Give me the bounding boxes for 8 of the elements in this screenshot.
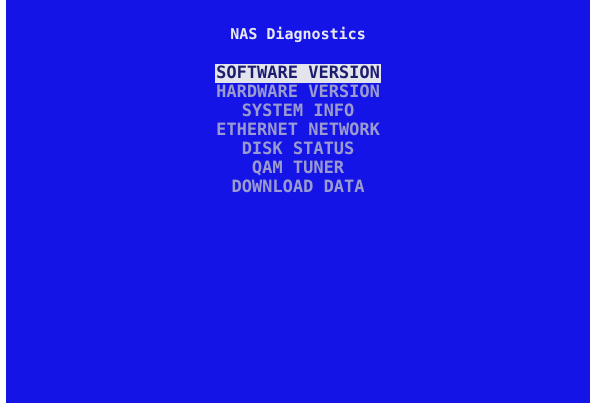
menu-item[interactable]: SOFTWARE VERSION xyxy=(215,64,381,83)
screen-title: NAS Diagnostics xyxy=(230,24,366,44)
menu-item[interactable]: HARDWARE VERSION xyxy=(215,83,381,102)
menu-item[interactable]: ETHERNET NETWORK xyxy=(215,121,381,140)
menu-item[interactable]: QAM TUNER xyxy=(250,159,346,178)
menu-item[interactable]: SYSTEM INFO xyxy=(240,102,356,121)
menu-item[interactable]: DISK STATUS xyxy=(240,140,356,159)
menu-item[interactable]: DOWNLOAD DATA xyxy=(230,178,366,197)
